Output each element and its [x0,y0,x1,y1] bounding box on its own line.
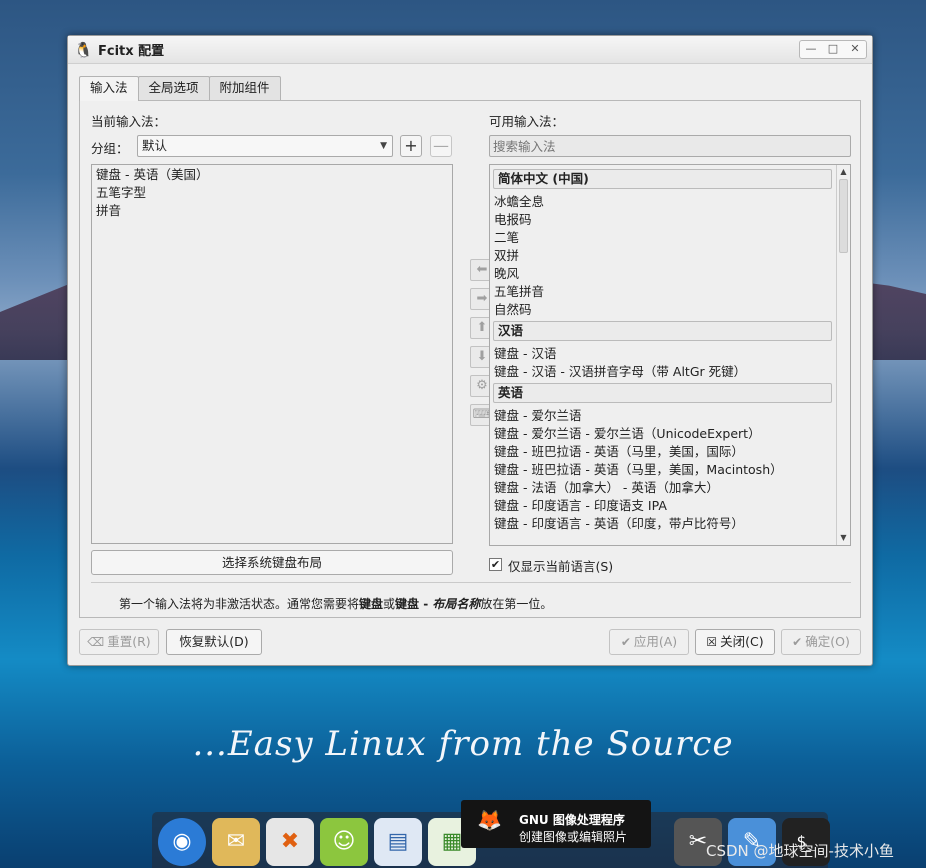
group-select-value: 默认 [142,138,168,153]
info-text: 第一个输入法将为非激活状态。通常您需要将键盘或键盘 - 布局名称放在第一位。 [119,595,552,612]
tab-bar: 输入法 全局选项 附加组件 [79,76,281,101]
backspace-icon: ⌫ [87,635,105,649]
close-window-icon[interactable]: ✕ [844,41,866,58]
check-icon: ✔ [620,635,631,649]
close-label: 关闭(C) [720,634,764,649]
current-im-title: 当前输入法： [91,114,167,129]
group-label: 分组： [91,141,129,156]
list-item[interactable]: 键盘 - 汉语 - 汉语拼音字母（带 AltGr 死键） [490,363,850,381]
chromium-icon[interactable]: ◉ [158,818,206,866]
list-item[interactable]: 键盘 - 英语（美国） [92,166,452,184]
reset-button[interactable]: ⌫ 重置(R) [79,629,159,655]
apply-label: 应用(A) [633,634,678,649]
select-keyboard-layout-button[interactable]: 选择系统键盘布局 [91,550,453,575]
list-item[interactable]: 键盘 - 爱尔兰语 - 爱尔兰语（UnicodeExpert） [490,425,850,443]
available-im-title: 可用输入法： [489,114,565,129]
only-current-language-checkbox[interactable]: ✔ [489,558,502,571]
desktop-slogan: ...Easy Linux from the Source [192,724,734,764]
list-item[interactable]: 键盘 - 爱尔兰语 [490,407,850,425]
close-button[interactable]: ☒ 关闭(C) [695,629,775,655]
list-item[interactable]: 双拼 [490,247,850,265]
list-item[interactable]: 冰蟾全息 [490,193,850,211]
current-im-list[interactable]: 键盘 - 英语（美国） 五笔字型 拼音 [91,164,453,544]
list-item[interactable]: 键盘 - 班巴拉语 - 英语（马里，美国，Macintosh） [490,461,850,479]
document-icon[interactable]: ▤ [374,818,422,866]
title-bar[interactable]: 🐧 Fcitx 配置 — □ ✕ [68,36,872,64]
check-icon: ✔ [792,635,803,649]
scroll-thumb[interactable] [839,179,848,253]
window-controls: — □ ✕ [799,40,867,59]
maximize-icon[interactable]: □ [822,41,844,58]
window-title: Fcitx 配置 [98,44,165,59]
group-select[interactable]: 默认 ▼ [137,135,393,157]
tab-global-options[interactable]: 全局选项 [137,76,210,100]
search-input[interactable] [489,135,851,157]
list-item[interactable]: 晚风 [490,265,850,283]
group-header: 简体中文 (中国) [493,169,832,189]
info-or: 或 [383,597,396,611]
add-group-button[interactable]: + [400,135,422,157]
info-prefix: 第一个输入法将为非激活状态。通常您需要将 [119,597,360,611]
list-item[interactable]: 键盘 - 法语（加拿大） - 英语（加拿大） [490,479,850,497]
list-item[interactable]: 键盘 - 汉语 [490,345,850,363]
user-icon[interactable]: ☺ [320,818,368,866]
list-item[interactable]: 二笔 [490,229,850,247]
only-current-language-label[interactable]: 仅显示当前语言(S) [508,556,613,575]
chat-icon[interactable]: ✖ [266,818,314,866]
tab-addons[interactable]: 附加组件 [208,76,281,100]
gimp-tooltip: 🦊 GNU 图像处理程序 创建图像或编辑照片 [461,800,651,848]
list-item[interactable]: 键盘 - 班巴拉语 - 英语（马里，美国，国际） [490,443,850,461]
ok-button[interactable]: ✔ 确定(O) [781,629,861,655]
reset-label: 重置(R) [107,634,151,649]
list-item[interactable]: 自然码 [490,301,850,319]
tab-input-method[interactable]: 输入法 [79,76,139,101]
scroll-down-icon[interactable]: ▼ [837,531,850,545]
list-item[interactable]: 拼音 [92,202,452,220]
list-item[interactable]: 五笔字型 [92,184,452,202]
apply-button[interactable]: ✔ 应用(A) [609,629,689,655]
group-header: 英语 [493,383,832,403]
list-item[interactable]: 电报码 [490,211,850,229]
penguin-icon: 🐧 [74,40,93,59]
gimp-icon: 🦊 [477,808,502,832]
remove-group-button[interactable]: — [430,135,452,157]
fcitx-config-window: 🐧 Fcitx 配置 — □ ✕ 输入法 全局选项 附加组件 当前输入法： 分组… [67,35,873,666]
list-scrollbar[interactable]: ▲ ▼ [836,165,850,545]
group-header: 汉语 [493,321,832,341]
mail-icon[interactable]: ✉ [212,818,260,866]
minimize-icon[interactable]: — [800,41,822,58]
restore-default-button[interactable]: 恢复默认(D) [166,629,262,655]
chevron-down-icon: ▼ [380,141,387,151]
input-method-panel: 当前输入法： 分组： 默认 ▼ + — 键盘 - 英语（美国） 五笔字型 拼音 … [79,100,861,618]
info-bold-keyboard: 键盘 [359,597,384,611]
scroll-up-icon[interactable]: ▲ [837,165,850,179]
info-layout-name: 布局名称 [432,597,481,611]
list-item[interactable]: 五笔拼音 [490,283,850,301]
ok-label: 确定(O) [805,634,850,649]
list-item[interactable]: 键盘 - 印度语言 - 英语（印度，带卢比符号） [490,515,850,533]
close-icon: ☒ [706,635,718,649]
info-suffix: 放在第一位。 [480,597,553,611]
available-im-list[interactable]: 简体中文 (中国) 冰蟾全息 电报码 二笔 双拼 晚风 五笔拼音 自然码 汉语 … [489,164,851,546]
info-bold-keyboard-dash: 键盘 - [395,597,433,611]
watermark: CSDN @地球空间-技术小鱼 [706,842,894,860]
divider [91,582,851,583]
list-item[interactable]: 键盘 - 印度语言 - 印度语支 IPA [490,497,850,515]
